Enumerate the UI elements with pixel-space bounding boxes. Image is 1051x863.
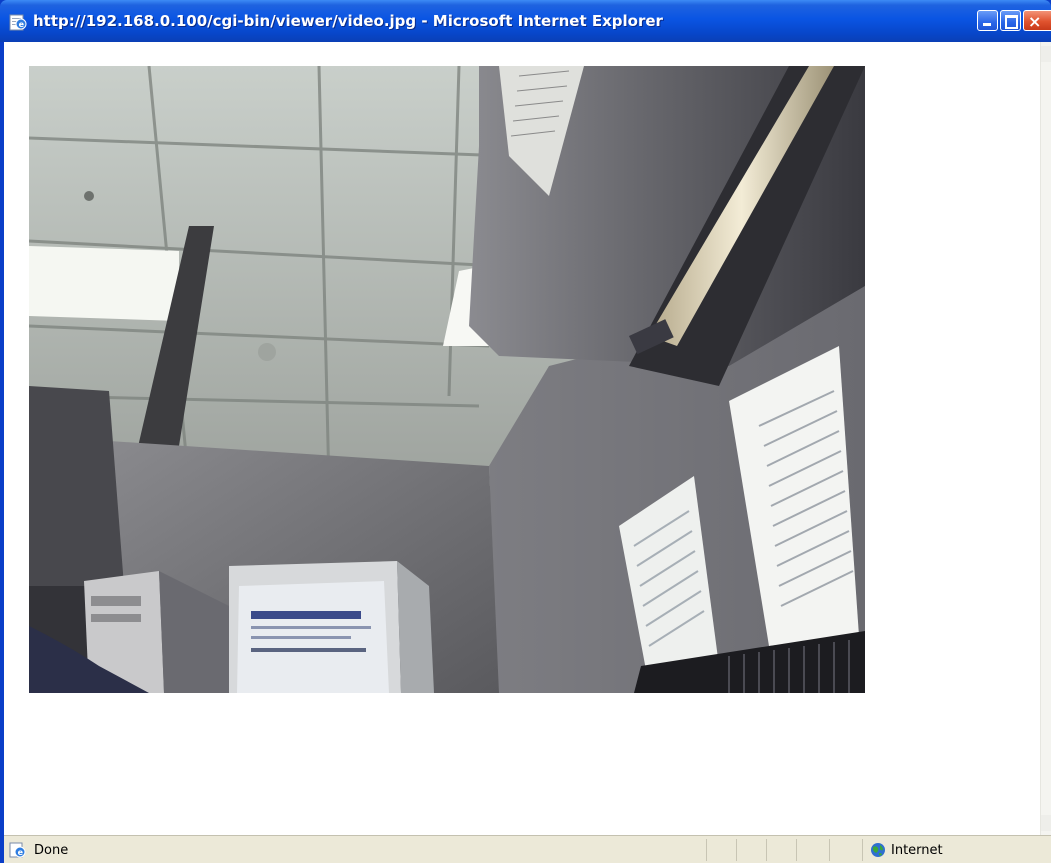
close-icon: × <box>1028 12 1042 31</box>
vertical-scrollbar[interactable] <box>1040 42 1051 835</box>
security-zone-text: Internet <box>891 843 943 858</box>
status-bar: e Done Internet <box>4 835 1051 863</box>
status-divider <box>736 839 737 861</box>
status-divider <box>862 839 863 861</box>
title-bar[interactable]: e http://192.168.0.100/cgi-bin/viewer/vi… <box>0 0 1051 42</box>
browser-window: e http://192.168.0.100/cgi-bin/viewer/vi… <box>0 0 1051 863</box>
status-divider <box>829 839 830 861</box>
maximize-icon <box>1005 15 1018 29</box>
status-divider <box>796 839 797 861</box>
page-content <box>4 42 1051 835</box>
minimize-icon <box>983 23 991 26</box>
maximize-button[interactable] <box>1000 10 1021 31</box>
svg-text:e: e <box>19 20 25 29</box>
minimize-button[interactable] <box>977 10 998 31</box>
scroll-up-arrow-icon[interactable] <box>1041 46 1051 62</box>
status-text: Done <box>34 843 69 858</box>
status-divider <box>706 839 707 861</box>
globe-icon <box>871 843 885 857</box>
office-scene-illustration <box>29 66 865 693</box>
window-title: http://192.168.0.100/cgi-bin/viewer/vide… <box>33 12 663 30</box>
status-divider <box>766 839 767 861</box>
ie-page-icon: e <box>9 842 26 858</box>
ie-page-icon: e <box>9 14 27 31</box>
scroll-down-arrow-icon[interactable] <box>1041 815 1051 831</box>
camera-snapshot-image[interactable] <box>29 66 865 693</box>
svg-text:e: e <box>18 848 24 857</box>
close-button[interactable]: × <box>1023 10 1051 31</box>
